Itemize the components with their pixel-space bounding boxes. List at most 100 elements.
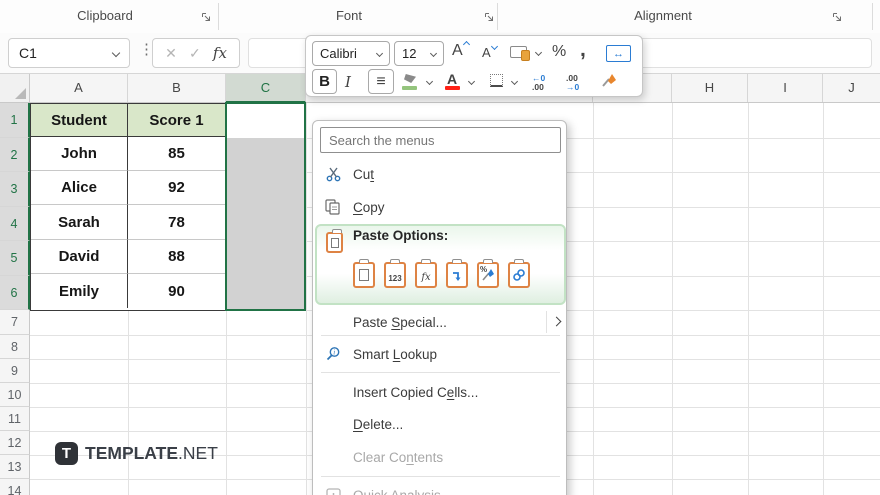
cell-a2[interactable]: John	[31, 137, 128, 171]
cell-b4[interactable]: 78	[128, 205, 225, 240]
paste-options-icons: 123 fx %	[353, 259, 530, 288]
alignment-dialog-launcher-icon[interactable]	[832, 10, 843, 28]
row-header-5[interactable]: 5	[0, 241, 30, 276]
accounting-format-icon[interactable]	[510, 46, 530, 61]
grow-font-button[interactable]: A	[452, 40, 470, 60]
svg-text:i: i	[333, 349, 335, 357]
column-header-i[interactable]: I	[748, 74, 823, 102]
row-header-12[interactable]: 12	[0, 431, 30, 455]
borders-chevron-icon[interactable]	[510, 77, 519, 86]
menu-item-paste-special[interactable]: Paste Special...	[313, 307, 568, 337]
row-header-8[interactable]: 8	[0, 335, 30, 359]
font-name-value: Calibri	[320, 46, 357, 61]
enter-icon[interactable]: ✓	[189, 45, 201, 62]
cell-b1[interactable]: Score 1	[128, 104, 225, 137]
copy-icon	[313, 199, 353, 215]
cancel-icon[interactable]: ✕	[165, 45, 177, 62]
paste-values-icon[interactable]: 123	[384, 259, 406, 288]
column-header-a[interactable]: A	[30, 74, 128, 102]
shrink-font-button[interactable]: A	[482, 42, 498, 60]
student-score-table: Student Score 1 John 85 Alice 92 Sarah 7…	[30, 103, 227, 311]
name-box-chevron-down-icon[interactable]	[111, 48, 121, 58]
submenu-divider	[546, 311, 547, 333]
cell-a5[interactable]: David	[31, 240, 128, 274]
ribbon-group-alignment-label: Alignment	[634, 8, 692, 23]
watermark: T TEMPLATE.NET	[55, 442, 218, 465]
gridline	[672, 103, 673, 495]
gridline	[593, 103, 594, 495]
select-all-button[interactable]	[0, 74, 30, 102]
row-header-6[interactable]: 6	[0, 276, 30, 310]
name-box[interactable]: C1	[8, 38, 130, 68]
insert-function-icon[interactable]: fx	[213, 44, 227, 62]
cell-b2[interactable]: 85	[128, 137, 225, 171]
menu-item-cut[interactable]: Cut	[313, 159, 568, 189]
borders-icon[interactable]	[490, 74, 503, 87]
row-header-3[interactable]: 3	[0, 172, 30, 207]
menu-item-clear-contents[interactable]: Clear Contents	[313, 442, 568, 472]
cell-a6[interactable]: Emily	[31, 274, 128, 308]
cell-a3[interactable]: Alice	[31, 171, 128, 205]
cell-b5[interactable]: 88	[128, 240, 225, 274]
gridline	[823, 103, 824, 495]
bold-button[interactable]: B	[312, 69, 337, 94]
accounting-format-chevron-icon[interactable]	[534, 48, 543, 57]
font-color-bar	[445, 86, 460, 90]
font-size-value: 12	[402, 46, 417, 61]
row-header-9[interactable]: 9	[0, 359, 30, 383]
menu-item-delete[interactable]: Delete...	[313, 409, 568, 439]
row-header-4[interactable]: 4	[0, 207, 30, 241]
menu-separator	[321, 476, 560, 477]
column-header-h[interactable]: H	[672, 74, 748, 102]
percent-style-button[interactable]: %	[552, 43, 566, 61]
menu-item-insert-copied-cells[interactable]: Insert Copied Cells...	[313, 377, 568, 407]
chevron-down-icon	[375, 49, 384, 58]
menu-item-quick-analysis[interactable]: Quick Analysis	[313, 480, 568, 495]
row-header-7[interactable]: 7	[0, 310, 30, 335]
row-header-1[interactable]: 1	[0, 103, 30, 138]
format-painter-icon[interactable]	[600, 72, 618, 94]
font-color-icon[interactable]: A	[447, 71, 457, 87]
align-center-button[interactable]: ≡	[368, 69, 394, 94]
comma-style-button[interactable]: ,	[580, 38, 586, 62]
cell-a1[interactable]: Student	[31, 104, 128, 137]
row-header-2[interactable]: 2	[0, 138, 30, 172]
ribbon-group-strip: Clipboard Font Alignment	[0, 0, 880, 34]
menu-search-input[interactable]	[320, 127, 561, 153]
font-dialog-launcher-icon[interactable]	[484, 10, 495, 28]
ribbon-group-clipboard-label: Clipboard	[77, 8, 133, 23]
menu-item-copy[interactable]: Copy	[313, 192, 568, 222]
increase-decimal-button[interactable]: ←0 .00	[532, 74, 545, 91]
row-header-10[interactable]: 10	[0, 383, 30, 407]
paste-transpose-icon[interactable]	[446, 259, 468, 288]
italic-button[interactable]: I	[345, 73, 351, 91]
font-name-combo[interactable]: Calibri	[312, 41, 390, 66]
fill-color-chevron-icon[interactable]	[425, 77, 434, 86]
merge-center-icon[interactable]: ↔	[606, 45, 631, 62]
paste-link-icon[interactable]	[508, 259, 530, 288]
menu-separator	[321, 372, 560, 373]
row-header-13[interactable]: 13	[0, 455, 30, 479]
paste-formatting-icon[interactable]: %	[477, 259, 499, 288]
ribbon-separator	[872, 3, 873, 30]
column-header-j[interactable]: J	[823, 74, 880, 102]
cell-b6[interactable]: 90	[128, 274, 225, 308]
excel-window: Clipboard Font Alignment C1 ⋮ ✕ ✓ fx A B…	[0, 0, 880, 495]
row-header-14[interactable]: 14	[0, 479, 30, 495]
clipboard-dialog-launcher-icon[interactable]	[201, 10, 212, 28]
paste-icon[interactable]	[353, 259, 375, 288]
decrease-decimal-button[interactable]: .00 →0	[566, 74, 579, 91]
column-header-b[interactable]: B	[128, 74, 226, 102]
cell-b3[interactable]: 92	[128, 171, 225, 205]
paste-options-label: Paste Options:	[353, 228, 449, 243]
row-header-11[interactable]: 11	[0, 407, 30, 431]
paste-options-clipboard-icon	[326, 229, 343, 253]
column-header-c[interactable]: C	[226, 74, 306, 103]
fill-color-icon[interactable]	[404, 74, 416, 83]
quick-analysis-icon	[313, 487, 353, 495]
menu-item-smart-lookup[interactable]: i Smart Lookup	[313, 339, 568, 369]
cell-a4[interactable]: Sarah	[31, 205, 128, 240]
font-color-chevron-icon[interactable]	[467, 77, 476, 86]
font-size-combo[interactable]: 12	[394, 41, 444, 66]
paste-formulas-icon[interactable]: fx	[415, 259, 437, 288]
